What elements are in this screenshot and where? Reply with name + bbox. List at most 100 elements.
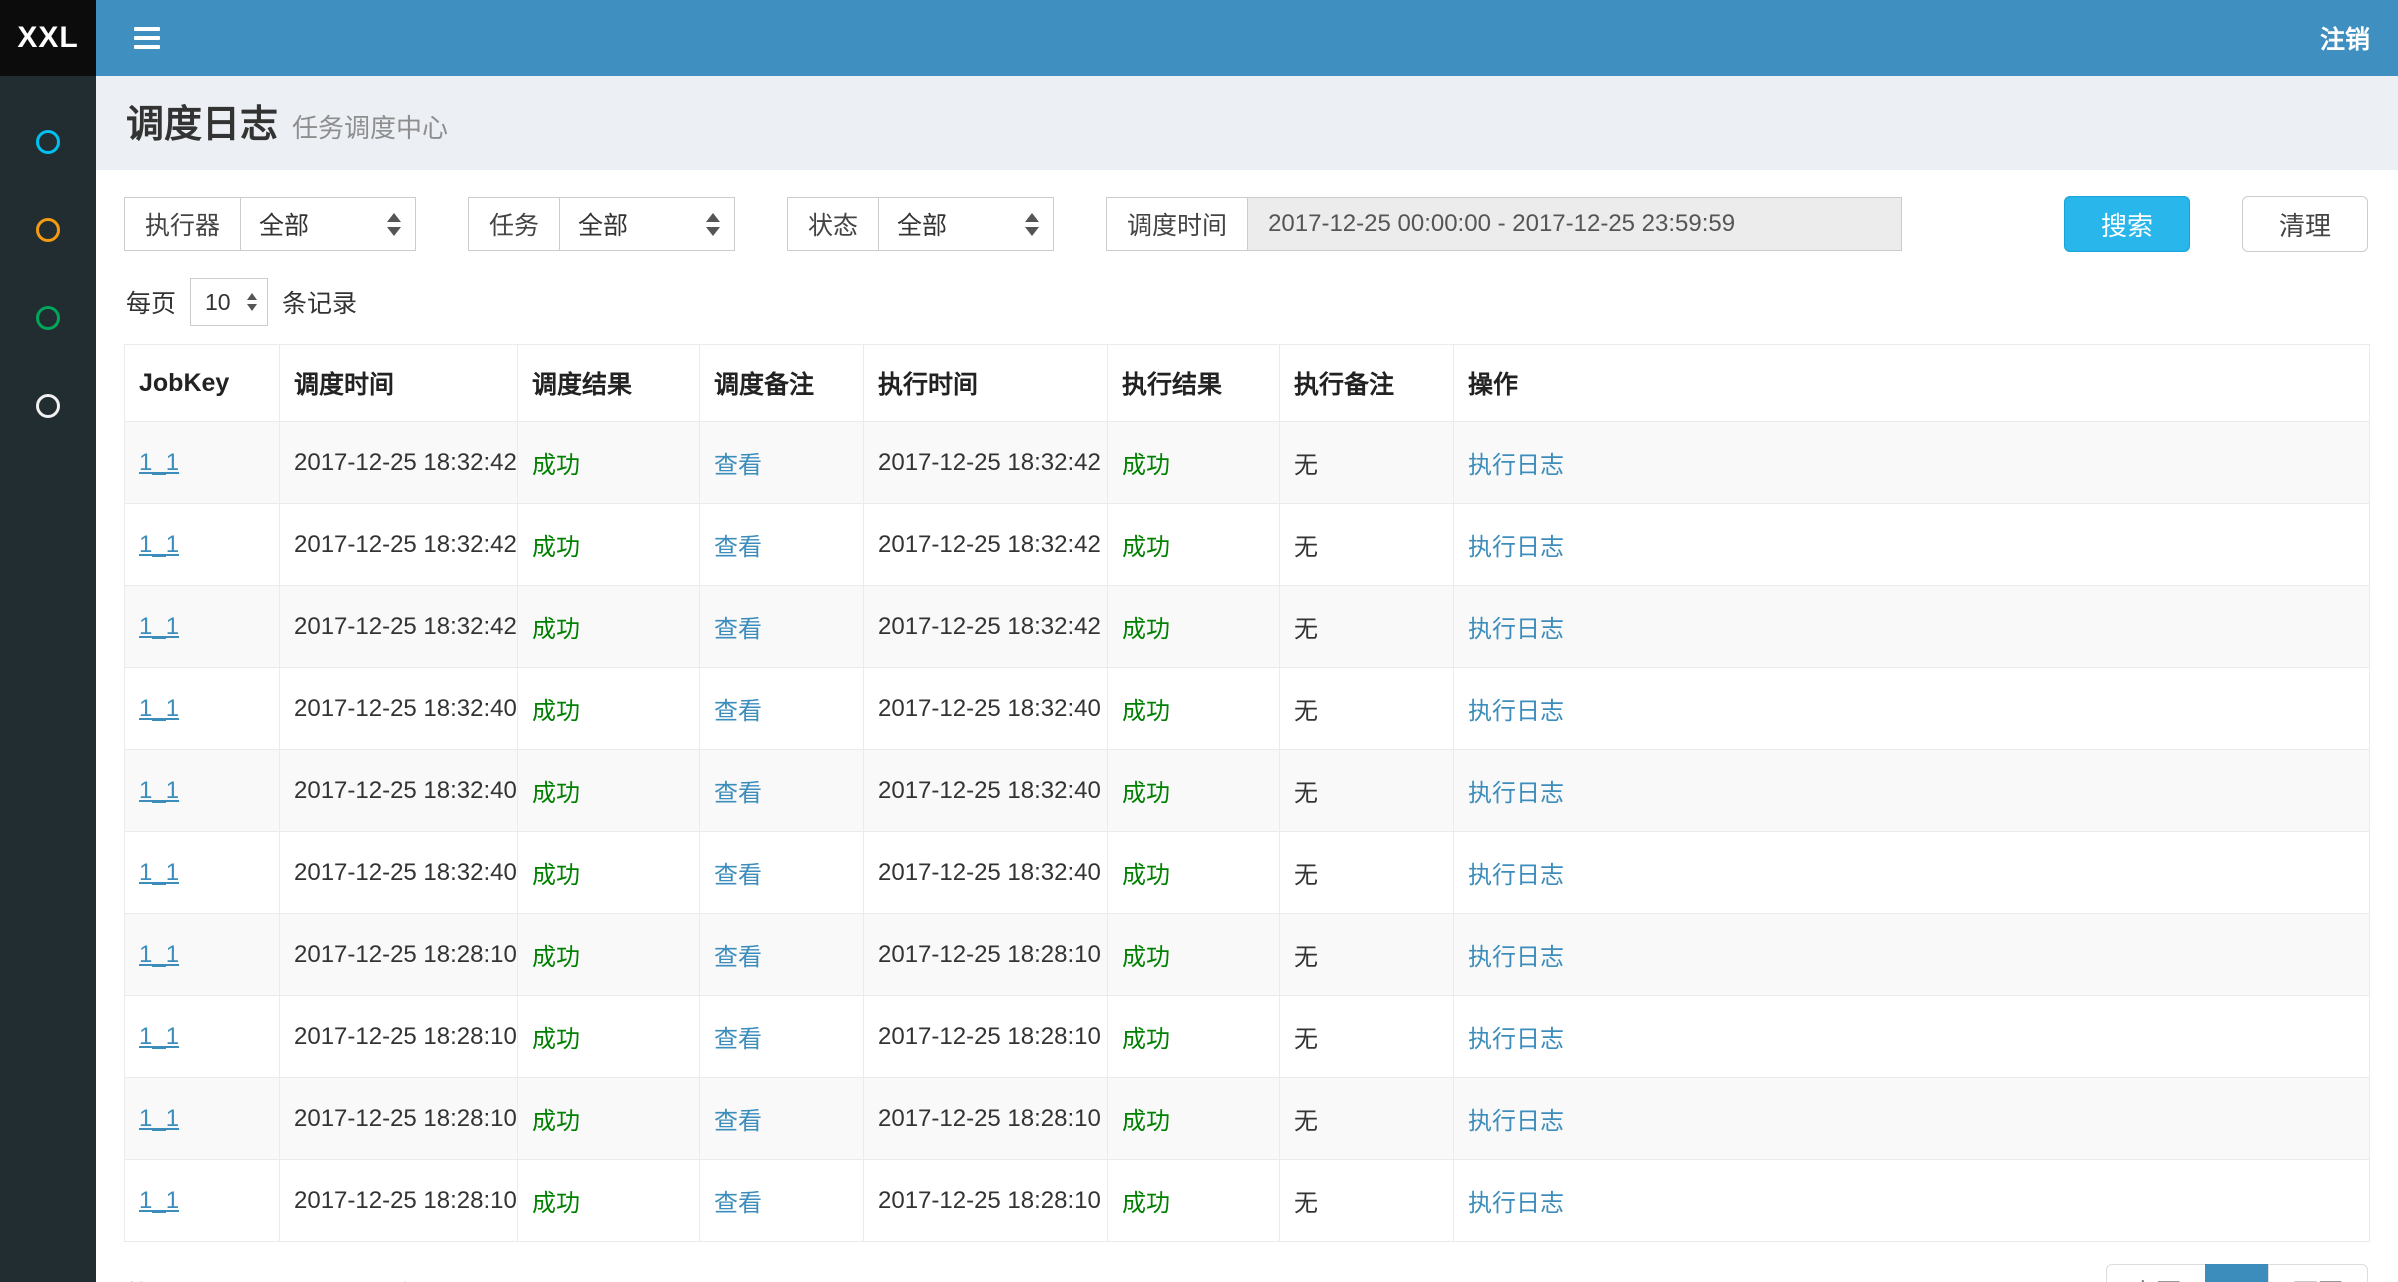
jobkey-link[interactable]: 1_1 [139,449,179,476]
sidebar-toggle-icon[interactable] [126,17,168,59]
view-trigger-msg-link[interactable]: 查看 [714,698,762,725]
app-logo[interactable]: XXL [0,0,96,76]
trigger-result-cell: 成功 [518,832,700,914]
log-table-row: 1_1 2017-12-25 18:28:10 成功 查看 2017-12-25… [125,914,2370,996]
jobkey-link[interactable]: 1_1 [139,941,179,968]
job-filter-label: 任务 [468,197,559,251]
view-trigger-msg-link[interactable]: 查看 [714,1108,762,1135]
circle-icon [36,394,60,418]
jobkey-cell: 1_1 [125,1078,280,1160]
jobkey-link[interactable]: 1_1 [139,613,179,640]
exec-log-link[interactable]: 执行日志 [1468,780,1564,807]
action-cell: 执行日志 [1454,996,2370,1078]
executor-select[interactable]: 全部 [240,197,416,251]
filter-toolbar: 执行器 全部 任务 全部 状态 全部 [124,170,2370,252]
jobkey-link[interactable]: 1_1 [139,695,179,722]
log-table-row: 1_1 2017-12-25 18:32:40 成功 查看 2017-12-25… [125,668,2370,750]
exec-log-link[interactable]: 执行日志 [1468,1108,1564,1135]
sidebar-item-1[interactable] [0,98,96,186]
trigger-time-cell: 2017-12-25 18:32:42 [280,586,518,668]
jobkey-link[interactable]: 1_1 [139,1105,179,1132]
exec-log-link[interactable]: 执行日志 [1468,1190,1564,1217]
trigger-msg-cell: 查看 [700,832,864,914]
job-select[interactable]: 全部 [559,197,735,251]
trigger-msg-cell: 查看 [700,422,864,504]
action-cell: 执行日志 [1454,750,2370,832]
col-header-trigger-msg: 调度备注 [700,345,864,422]
exec-log-link[interactable]: 执行日志 [1468,944,1564,971]
jobkey-cell: 1_1 [125,668,280,750]
view-trigger-msg-link[interactable]: 查看 [714,862,762,889]
circle-icon [36,218,60,242]
page-size-suffix-label: 条记录 [282,284,357,320]
trigger-result-cell: 成功 [518,504,700,586]
trigger-result-cell: 成功 [518,422,700,504]
handle-result-cell: 成功 [1108,1078,1280,1160]
handle-msg-cell: 无 [1280,668,1454,750]
content-panel: 执行器 全部 任务 全部 状态 全部 [96,170,2398,1282]
trigger-time-cell: 2017-12-25 18:28:10 [280,996,518,1078]
handle-result-cell: 成功 [1108,586,1280,668]
jobkey-link[interactable]: 1_1 [139,777,179,804]
handle-msg-cell: 无 [1280,750,1454,832]
exec-log-link[interactable]: 执行日志 [1468,862,1564,889]
view-trigger-msg-link[interactable]: 查看 [714,944,762,971]
navbar-main: 注销 [96,0,2398,76]
action-cell: 执行日志 [1454,668,2370,750]
main-layout: 调度日志 任务调度中心 执行器 全部 任务 全部 [0,76,2398,1282]
exec-log-link[interactable]: 执行日志 [1468,1026,1564,1053]
jobkey-link[interactable]: 1_1 [139,859,179,886]
col-header-trigger-result: 调度结果 [518,345,700,422]
select-stepper-icon [247,293,257,311]
clear-button[interactable]: 清理 [2242,196,2368,252]
current-page-button[interactable]: 1 [2205,1264,2269,1282]
trigger-msg-cell: 查看 [700,914,864,996]
content-area: 调度日志 任务调度中心 执行器 全部 任务 全部 [96,76,2398,1282]
handle-msg-cell: 无 [1280,832,1454,914]
view-trigger-msg-link[interactable]: 查看 [714,780,762,807]
handle-msg-cell: 无 [1280,996,1454,1078]
next-page-button[interactable]: 下页 [2268,1264,2368,1282]
handle-time-cell: 2017-12-25 18:28:10 [864,996,1108,1078]
view-trigger-msg-link[interactable]: 查看 [714,616,762,643]
exec-log-link[interactable]: 执行日志 [1468,452,1564,479]
circle-icon [36,130,60,154]
view-trigger-msg-link[interactable]: 查看 [714,452,762,479]
jobkey-link[interactable]: 1_1 [139,1023,179,1050]
sidebar-item-3[interactable] [0,274,96,362]
select-stepper-icon [1025,213,1039,236]
handle-msg-cell: 无 [1280,1160,1454,1242]
circle-icon [36,306,60,330]
status-select[interactable]: 全部 [878,197,1054,251]
jobkey-cell: 1_1 [125,914,280,996]
exec-log-link[interactable]: 执行日志 [1468,616,1564,643]
handle-time-cell: 2017-12-25 18:32:42 [864,422,1108,504]
jobkey-link[interactable]: 1_1 [139,531,179,558]
search-button[interactable]: 搜索 [2064,196,2190,252]
view-trigger-msg-link[interactable]: 查看 [714,534,762,561]
exec-log-link[interactable]: 执行日志 [1468,534,1564,561]
sidebar-item-2[interactable] [0,186,96,274]
trigger-result-cell: 成功 [518,996,700,1078]
page-size-bar: 每页 10 条记录 [124,252,2370,344]
action-cell: 执行日志 [1454,914,2370,996]
view-trigger-msg-link[interactable]: 查看 [714,1026,762,1053]
page-size-select[interactable]: 10 [190,278,268,326]
logout-link[interactable]: 注销 [2320,20,2370,56]
trigger-time-range-input[interactable] [1247,197,1902,251]
sidebar [0,76,96,1282]
jobkey-cell: 1_1 [125,996,280,1078]
jobkey-cell: 1_1 [125,586,280,668]
trigger-msg-cell: 查看 [700,1160,864,1242]
action-cell: 执行日志 [1454,586,2370,668]
prev-page-button[interactable]: 上页 [2106,1264,2206,1282]
jobkey-link[interactable]: 1_1 [139,1187,179,1214]
trigger-msg-cell: 查看 [700,750,864,832]
col-header-handle-msg: 执行备注 [1280,345,1454,422]
view-trigger-msg-link[interactable]: 查看 [714,1190,762,1217]
exec-log-link[interactable]: 执行日志 [1468,698,1564,725]
trigger-msg-cell: 查看 [700,1078,864,1160]
action-cell: 执行日志 [1454,504,2370,586]
pagination-summary: 第 1 页 ( 总共 1 页， 10 条记录 ) [126,1275,486,1282]
sidebar-item-4[interactable] [0,362,96,450]
